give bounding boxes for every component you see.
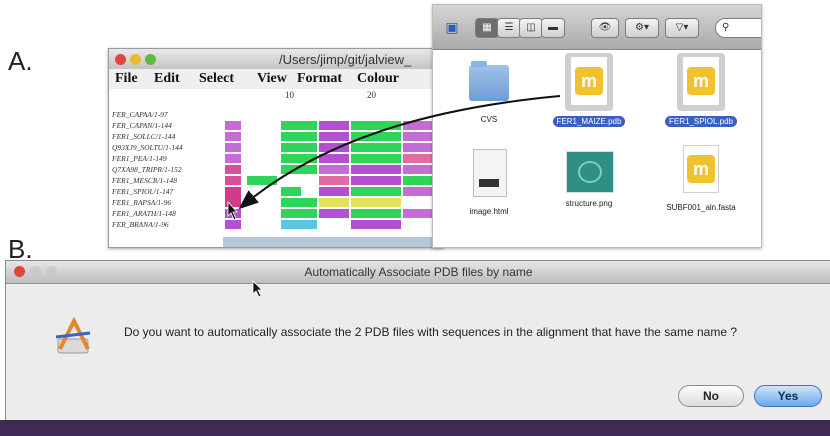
mouse-pointer-icon bbox=[252, 280, 263, 298]
no-button[interactable]: No bbox=[678, 385, 744, 407]
dialog-titlebar[interactable]: Automatically Associate PDB files by nam… bbox=[6, 261, 830, 284]
jalview-app-icon bbox=[50, 313, 96, 359]
mouse-pointer-icon bbox=[227, 200, 238, 221]
dialog-title: Automatically Associate PDB files by nam… bbox=[304, 265, 533, 279]
dialog-message: Do you want to automatically associate t… bbox=[124, 325, 738, 339]
associate-pdb-dialog: Automatically Associate PDB files by nam… bbox=[5, 260, 830, 422]
yes-button[interactable]: Yes bbox=[754, 385, 822, 407]
background-app-strip bbox=[0, 420, 830, 436]
